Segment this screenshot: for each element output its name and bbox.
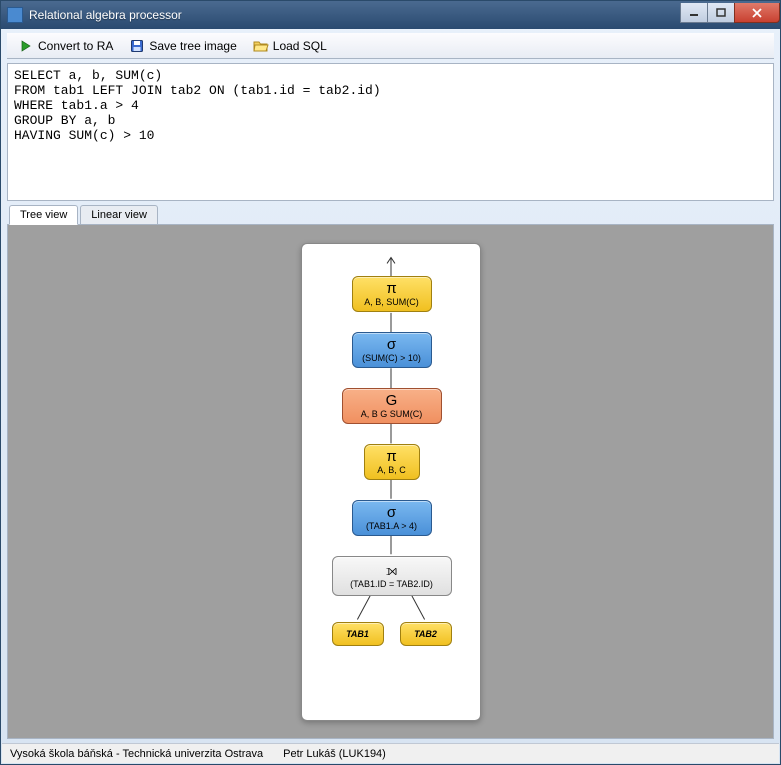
node-symbol: σ bbox=[387, 505, 396, 520]
tree-node-join[interactable]: ⟕(TAB1.ID = TAB2.ID) bbox=[332, 556, 452, 596]
convert-label: Convert to RA bbox=[38, 39, 113, 53]
node-text: (TAB1.A > 4) bbox=[366, 521, 417, 531]
node-text: A, B G SUM(C) bbox=[361, 409, 423, 419]
statusbar: Vysoká škola báňská - Technická univerzi… bbox=[2, 743, 779, 763]
status-university: Vysoká škola báňská - Technická univerzi… bbox=[10, 748, 263, 760]
tree-paper: πA, B, SUM(C)σ(SUM(C) > 10)GA, B G SUM(C… bbox=[301, 243, 481, 721]
folder-open-icon bbox=[253, 38, 269, 54]
titlebar[interactable]: Relational algebra processor bbox=[1, 1, 780, 29]
node-symbol: π bbox=[386, 281, 396, 296]
tree-node-g[interactable]: GA, B G SUM(C) bbox=[342, 388, 442, 424]
window-title: Relational algebra processor bbox=[29, 8, 681, 22]
tree-node-pi[interactable]: πA, B, C bbox=[364, 444, 420, 480]
tree-edges bbox=[302, 244, 480, 720]
play-icon bbox=[18, 38, 34, 54]
maximize-button[interactable] bbox=[707, 3, 735, 23]
tabstrip: Tree view Linear view bbox=[7, 205, 774, 225]
node-text: A, B, C bbox=[377, 465, 406, 475]
node-symbol: σ bbox=[387, 337, 396, 352]
node-text: A, B, SUM(C) bbox=[364, 297, 419, 307]
tab-linear-view[interactable]: Linear view bbox=[80, 205, 158, 225]
load-label: Load SQL bbox=[273, 39, 327, 53]
node-text: (TAB1.ID = TAB2.ID) bbox=[350, 579, 433, 589]
close-icon bbox=[751, 8, 763, 18]
convert-button[interactable]: Convert to RA bbox=[11, 35, 120, 57]
node-text: TAB2 bbox=[414, 629, 437, 639]
minimize-button[interactable] bbox=[680, 3, 708, 23]
node-symbol: G bbox=[386, 393, 398, 408]
minimize-icon bbox=[688, 8, 700, 18]
window-buttons bbox=[681, 3, 780, 23]
save-button[interactable]: Save tree image bbox=[122, 35, 243, 57]
maximize-icon bbox=[715, 8, 727, 18]
load-button[interactable]: Load SQL bbox=[246, 35, 334, 57]
save-icon bbox=[129, 38, 145, 54]
tree-node-pi[interactable]: πA, B, SUM(C) bbox=[352, 276, 432, 312]
tree-node-sigma[interactable]: σ(SUM(C) > 10) bbox=[352, 332, 432, 368]
node-text: (SUM(C) > 10) bbox=[362, 353, 421, 363]
status-author: Petr Lukáš (LUK194) bbox=[283, 748, 386, 760]
sql-editor[interactable]: SELECT a, b, SUM(c) FROM tab1 LEFT JOIN … bbox=[7, 63, 774, 201]
app-icon bbox=[7, 7, 23, 23]
tree-node-sigma[interactable]: σ(TAB1.A > 4) bbox=[352, 500, 432, 536]
node-symbol: ⟕ bbox=[386, 563, 397, 578]
toolbar: Convert to RA Save tree image Load SQL bbox=[7, 33, 774, 59]
node-text: TAB1 bbox=[346, 629, 369, 639]
save-label: Save tree image bbox=[149, 39, 236, 53]
tab-tree-view[interactable]: Tree view bbox=[9, 205, 78, 225]
node-symbol: π bbox=[386, 449, 396, 464]
tree-node-rel[interactable]: TAB1 bbox=[332, 622, 384, 646]
close-button[interactable] bbox=[734, 3, 780, 23]
app-window: Relational algebra processor Convert to … bbox=[0, 0, 781, 765]
tree-canvas[interactable]: πA, B, SUM(C)σ(SUM(C) > 10)GA, B G SUM(C… bbox=[7, 224, 774, 739]
tree-node-rel[interactable]: TAB2 bbox=[400, 622, 452, 646]
